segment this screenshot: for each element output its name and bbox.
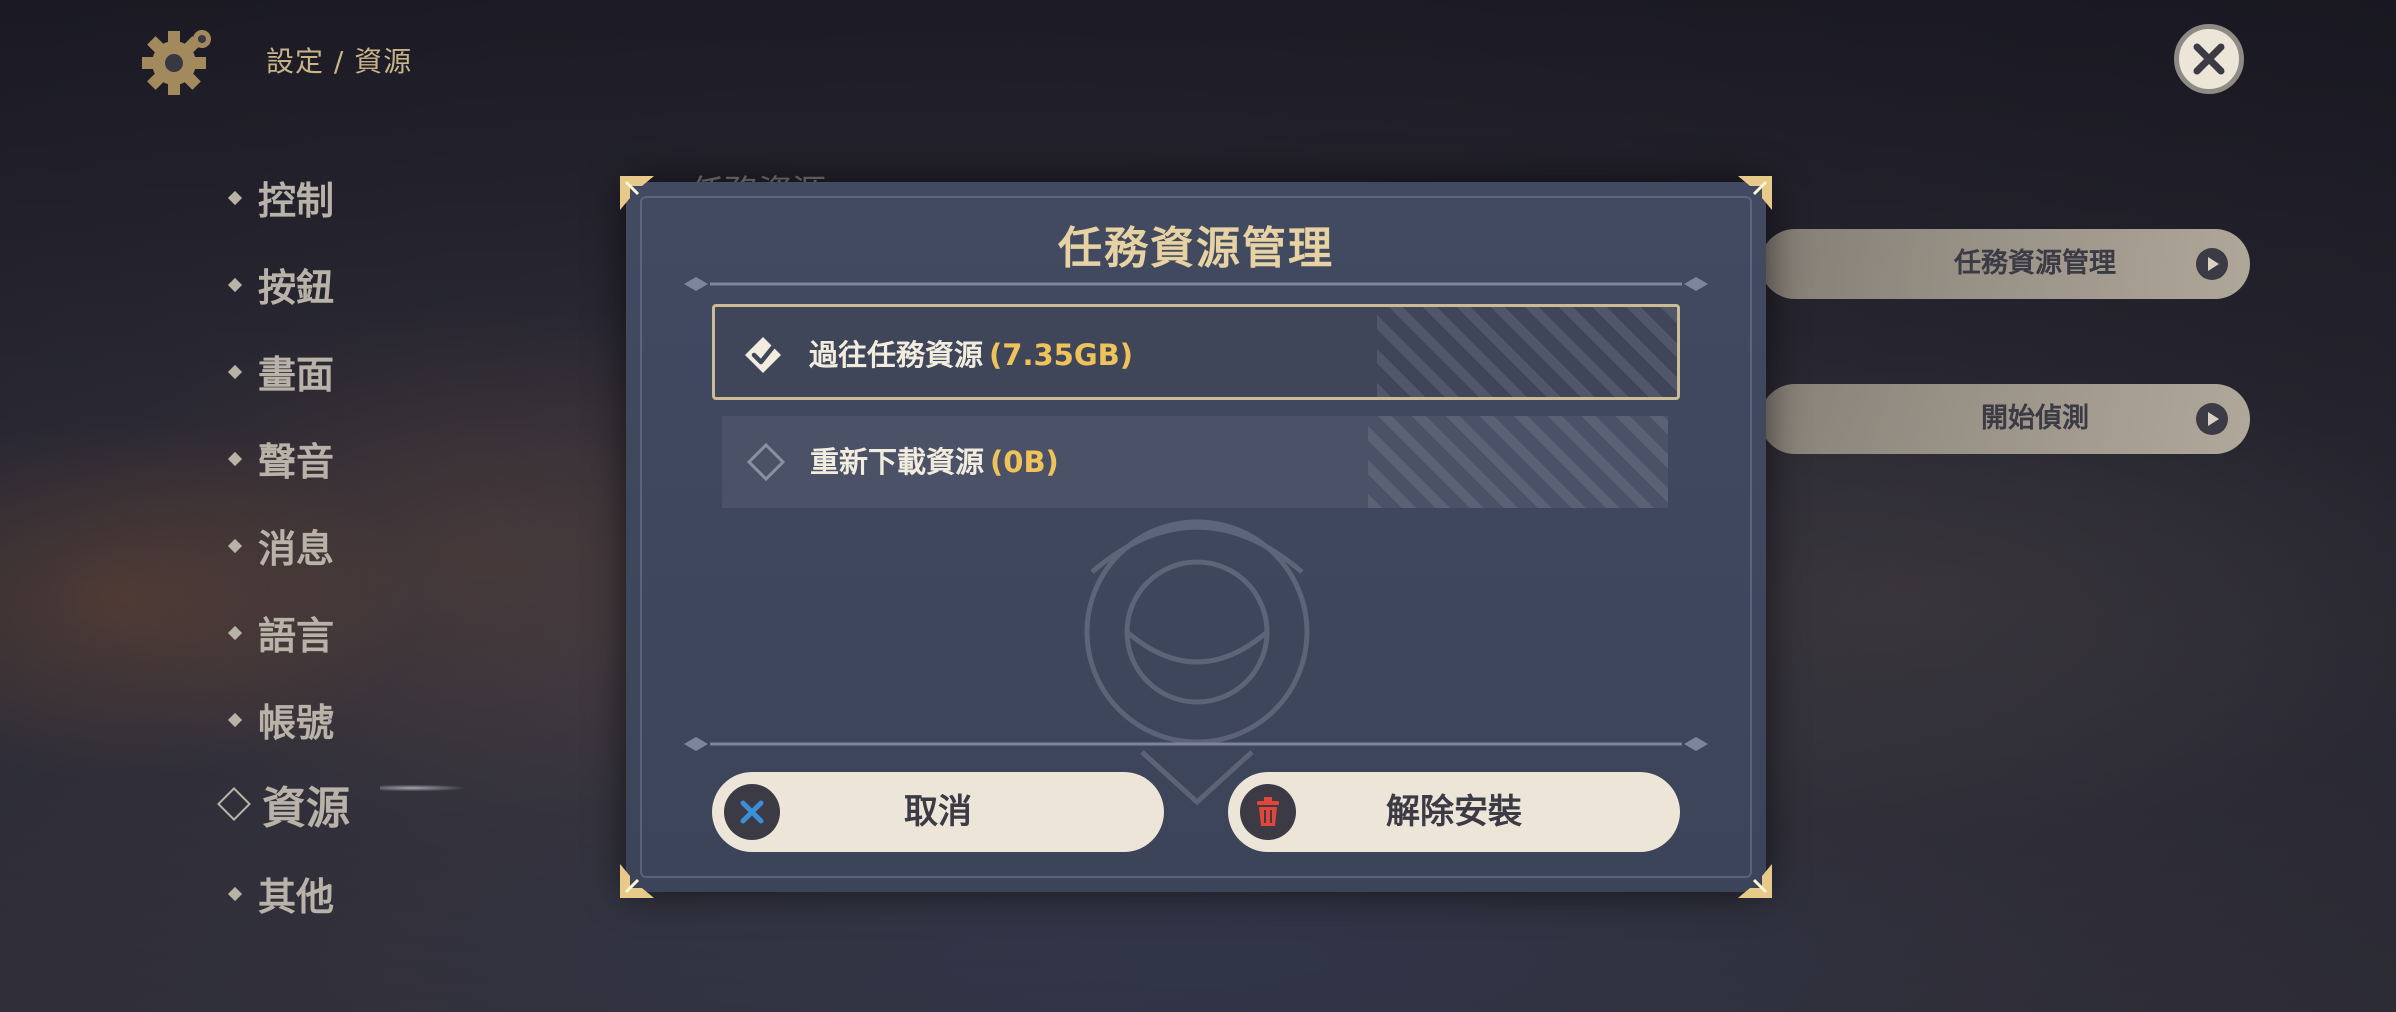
sidebar-item-messages[interactable]: 消息	[227, 518, 335, 573]
option-label: 過往任務資源 (7.35GB)	[809, 307, 1133, 403]
dialog-title: 任務資源管理	[1058, 223, 1334, 274]
emblem-watermark	[1084, 519, 1310, 806]
bullet-icon	[227, 364, 243, 379]
option-name: 重新下載資源	[810, 445, 985, 479]
corner-ornament-icon	[1738, 176, 1772, 210]
start-detection-button[interactable]: 開始偵測	[1760, 384, 2250, 454]
button-label: 開始偵測	[1981, 403, 2089, 434]
sidebar-item-label: 控制	[258, 179, 335, 223]
cancel-label: 取消	[904, 792, 972, 832]
option-pattern	[1368, 416, 1668, 508]
cancel-button[interactable]: 取消	[712, 772, 1164, 852]
bullet-icon	[217, 787, 251, 821]
bullet-icon	[227, 277, 243, 292]
bullet-icon	[227, 625, 243, 640]
sidebar-item-controls[interactable]: 控制	[227, 170, 335, 225]
sparkle-effect	[380, 780, 540, 796]
check-icon	[745, 337, 781, 373]
sidebar-item-display[interactable]: 畫面	[227, 344, 335, 399]
option-name: 過往任務資源	[809, 338, 984, 372]
uninstall-label: 解除安裝	[1386, 792, 1522, 832]
option-pattern	[1377, 307, 1677, 397]
option-redownload-resources[interactable]: 重新下載資源 (0B)	[722, 416, 1668, 508]
sidebar-item-label: 消息	[258, 527, 335, 571]
bullet-icon	[227, 538, 243, 553]
sidebar-item-label: 資源	[262, 783, 350, 834]
corner-ornament-icon	[620, 176, 654, 210]
divider	[684, 277, 1708, 291]
gear-icon	[142, 30, 211, 95]
sidebar-item-label: 其他	[258, 875, 335, 919]
option-size: (7.35GB)	[989, 338, 1133, 372]
sidebar-item-label: 畫面	[258, 353, 335, 397]
corner-ornament-icon	[620, 864, 654, 898]
sidebar-item-language[interactable]: 語言	[227, 605, 335, 660]
bullet-icon	[227, 190, 243, 205]
sidebar-item-label: 帳號	[258, 701, 335, 745]
close-button[interactable]	[2174, 24, 2244, 94]
sidebar-item-sound[interactable]: 聲音	[227, 431, 335, 486]
option-label: 重新下載資源 (0B)	[810, 416, 1059, 508]
button-label: 任務資源管理	[1954, 248, 2116, 279]
arrow-right-icon	[2196, 248, 2228, 280]
bullet-icon	[227, 712, 243, 727]
checkbox-empty-icon	[746, 442, 786, 482]
sidebar-item-other[interactable]: 其他	[227, 866, 335, 921]
bullet-icon	[227, 886, 243, 901]
sidebar-item-label: 語言	[258, 614, 335, 658]
option-size: (0B)	[990, 445, 1059, 479]
sidebar-item-label: 按鈕	[258, 266, 335, 310]
corner-ornament-icon	[1738, 864, 1772, 898]
breadcrumb: 設定 / 資源	[266, 45, 413, 78]
task-resource-management-button[interactable]: 任務資源管理	[1760, 229, 2250, 299]
uninstall-button[interactable]: 解除安裝	[1228, 772, 1680, 852]
sidebar-item-resources[interactable]: 資源	[217, 772, 350, 836]
sidebar-item-account[interactable]: 帳號	[227, 692, 335, 747]
arrow-right-icon	[2196, 403, 2228, 435]
resource-management-dialog: 任務資源管理 過往任務資源 (7.35GB) 重新下載資源 (0B) 取消 解除…	[620, 176, 1772, 898]
sidebar-item-buttons[interactable]: 按鈕	[227, 257, 335, 312]
bullet-icon	[227, 451, 243, 466]
option-past-task-resources[interactable]: 過往任務資源 (7.35GB)	[712, 304, 1680, 400]
divider	[684, 737, 1708, 751]
close-icon	[2193, 43, 2225, 75]
sidebar-item-label: 聲音	[258, 440, 335, 484]
